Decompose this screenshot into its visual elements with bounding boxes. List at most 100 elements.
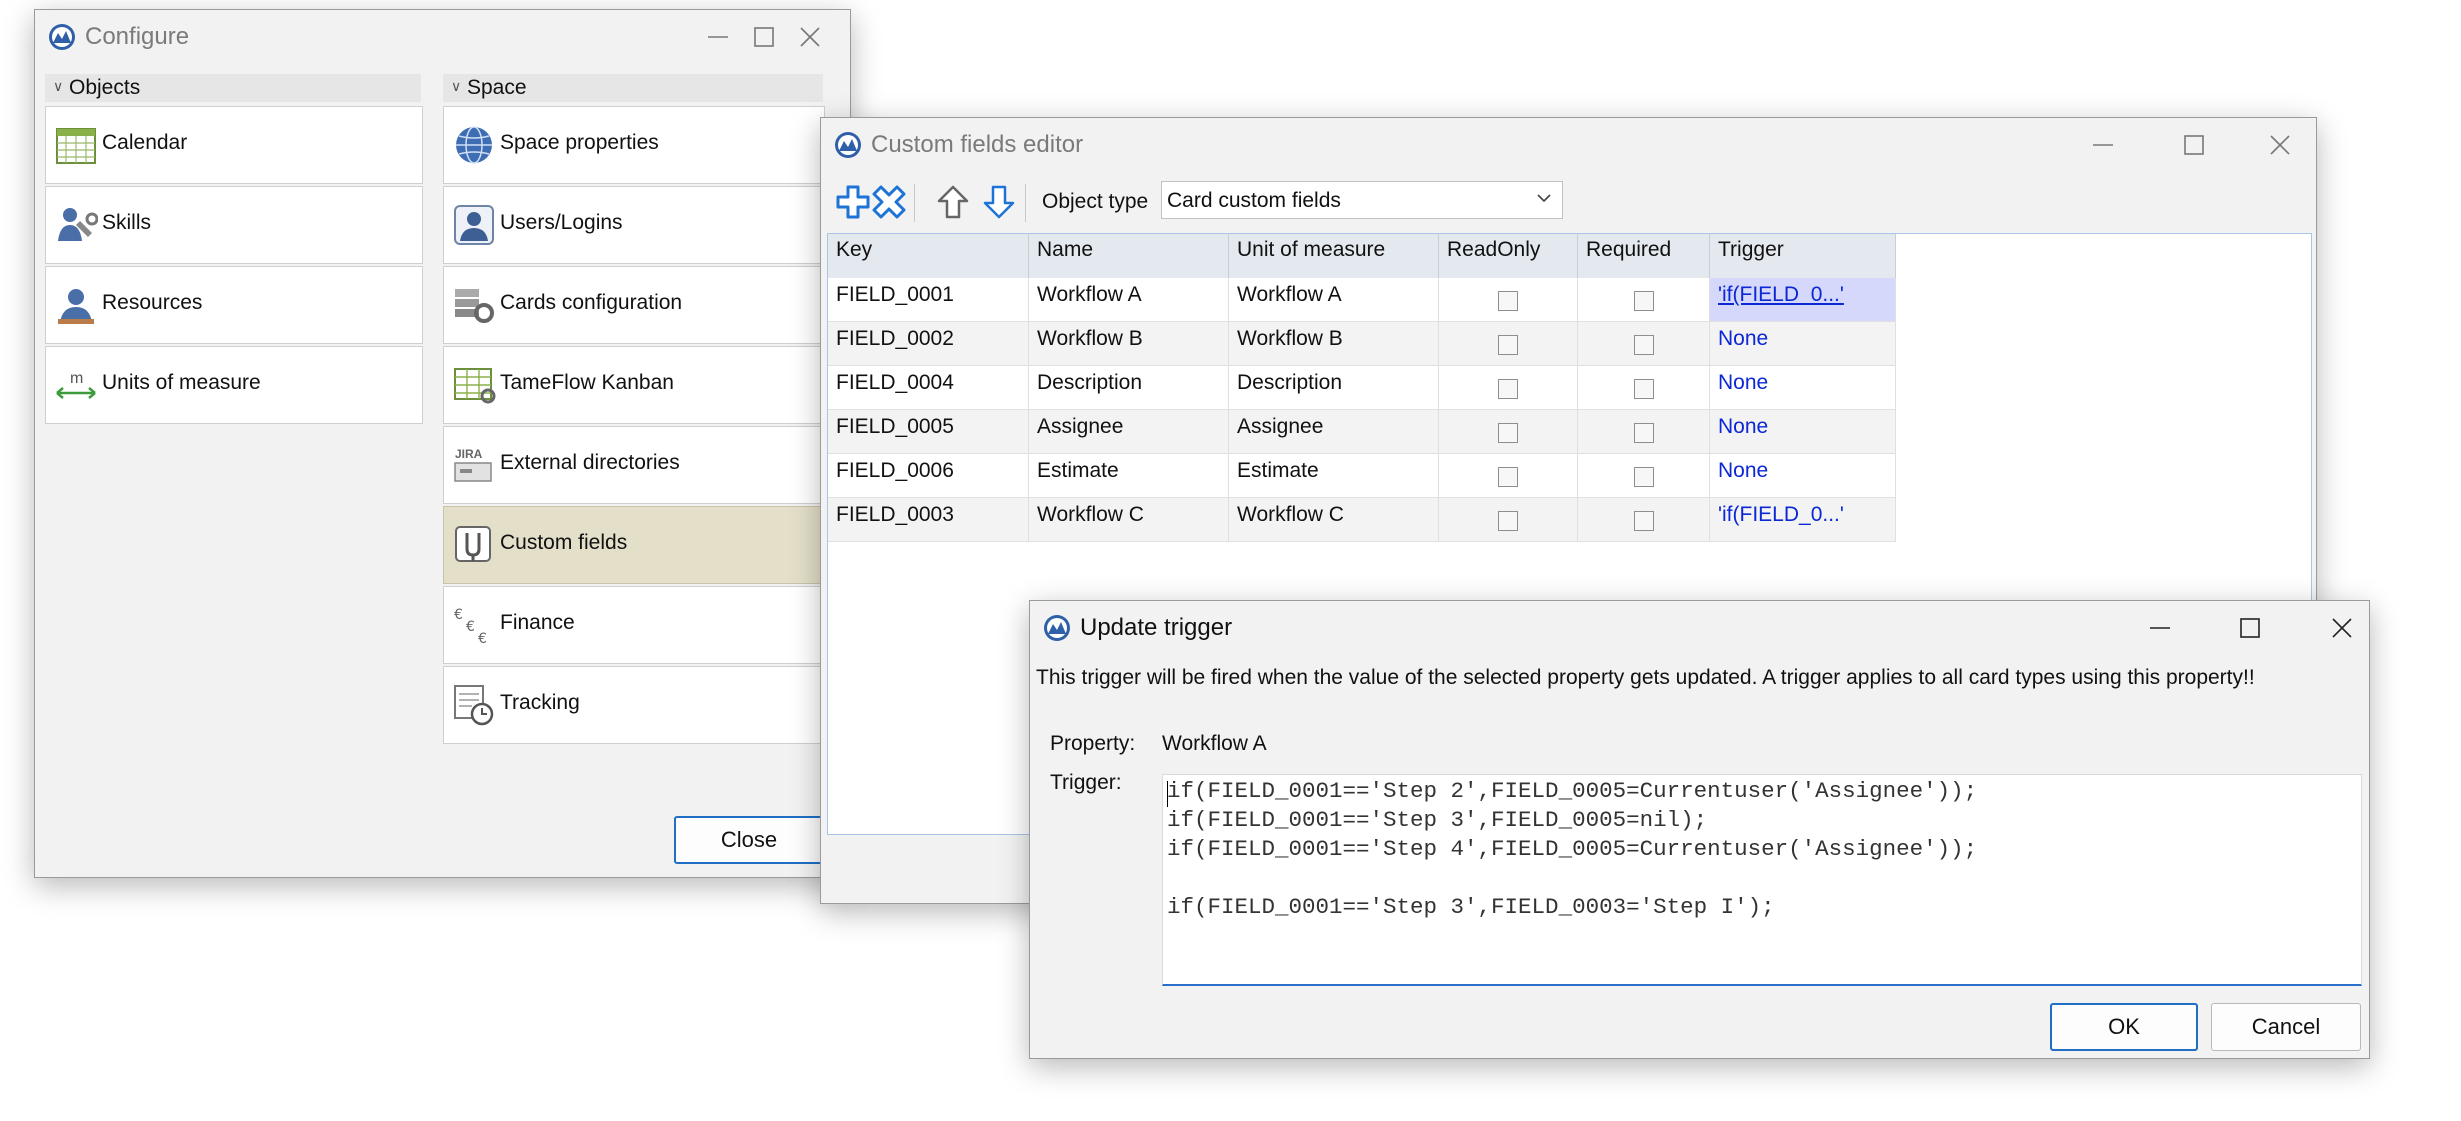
cell-key[interactable]: FIELD_0001 <box>828 278 1029 322</box>
cell-text: Assignee <box>1237 415 1324 438</box>
update-trigger-dialog: Update trigger This trigger will be fire… <box>1029 600 2370 1059</box>
cell-key[interactable]: FIELD_0004 <box>828 366 1029 410</box>
cell-unit[interactable]: Workflow A <box>1229 278 1439 322</box>
code-line: if(FIELD_0001=='Step 3',FIELD_0005=nil); <box>1167 807 1708 833</box>
trigger-code-editor[interactable]: if(FIELD_0001=='Step 2',FIELD_0005=Curre… <box>1162 774 2362 986</box>
tile-cards-configuration[interactable]: Cards configuration <box>443 266 825 344</box>
tile-finance[interactable]: € € € Finance <box>443 586 825 664</box>
cell-key[interactable]: FIELD_0003 <box>828 498 1029 542</box>
close-button[interactable]: Close <box>674 816 824 864</box>
column-header-trigger[interactable]: Trigger <box>1710 234 1896 278</box>
tile-space-properties[interactable]: Space properties <box>443 106 825 184</box>
close-window-button[interactable] <box>787 16 833 58</box>
trigger-link[interactable]: 'if(FIELD_0...' <box>1718 283 1844 307</box>
cell-trigger[interactable]: None <box>1710 322 1896 366</box>
required-checkbox[interactable] <box>1634 335 1654 355</box>
readonly-checkbox[interactable] <box>1498 335 1518 355</box>
readonly-checkbox[interactable] <box>1498 423 1518 443</box>
trigger-link[interactable]: 'if(FIELD_0...' <box>1718 503 1844 527</box>
cell-trigger[interactable]: None <box>1710 454 1896 498</box>
minimize-button[interactable] <box>2080 124 2126 166</box>
cell-unit[interactable]: Workflow B <box>1229 322 1439 366</box>
tile-label: Custom fields <box>500 531 628 554</box>
cell-trigger[interactable]: None <box>1710 410 1896 454</box>
cell-name[interactable]: Workflow B <box>1029 322 1229 366</box>
tile-skills[interactable]: Skills <box>45 186 423 264</box>
cell-trigger[interactable]: None <box>1710 366 1896 410</box>
cell-text: Assignee <box>1037 415 1124 438</box>
readonly-checkbox[interactable] <box>1498 511 1518 531</box>
configure-titlebar[interactable]: Configure <box>35 10 850 64</box>
maximize-button[interactable] <box>741 16 787 58</box>
required-checkbox[interactable] <box>1634 511 1654 531</box>
cell-name[interactable]: Workflow A <box>1029 278 1229 322</box>
tile-tameflow-kanban[interactable]: TameFlow Kanban <box>443 346 825 424</box>
chevron-down-icon: ∨ <box>53 78 64 94</box>
custom-fields-icon <box>455 526 491 562</box>
column-header-readonly[interactable]: ReadOnly <box>1439 234 1578 278</box>
minimize-button[interactable] <box>695 16 741 58</box>
column-header-unit[interactable]: Unit of measure <box>1229 234 1439 278</box>
update-trigger-titlebar[interactable]: Update trigger <box>1030 601 2369 657</box>
cell-trigger[interactable]: 'if(FIELD_0...' <box>1710 498 1896 542</box>
cell-name[interactable]: Description <box>1029 366 1229 410</box>
object-type-value: Card custom fields <box>1167 189 1341 212</box>
cell-name[interactable]: Workflow C <box>1029 498 1229 542</box>
configure-title: Configure <box>85 23 190 50</box>
tile-custom-fields[interactable]: Custom fields <box>443 506 825 584</box>
close-window-button[interactable] <box>2319 607 2365 649</box>
tile-label: External directories <box>500 451 680 474</box>
delete-field-icon[interactable] <box>871 184 907 220</box>
maximize-button[interactable] <box>2227 607 2273 649</box>
cell-text: FIELD_0002 <box>836 327 954 350</box>
cell-trigger[interactable]: 'if(FIELD_0...' <box>1710 278 1896 322</box>
required-checkbox[interactable] <box>1634 379 1654 399</box>
move-up-icon[interactable] <box>935 184 971 220</box>
cell-required <box>1578 410 1710 454</box>
cell-key[interactable]: FIELD_0005 <box>828 410 1029 454</box>
add-field-icon[interactable] <box>835 184 871 220</box>
cell-unit[interactable]: Assignee <box>1229 410 1439 454</box>
tile-users-logins[interactable]: Users/Logins <box>443 186 825 264</box>
cell-text: Workflow B <box>1237 327 1343 350</box>
readonly-checkbox[interactable] <box>1498 291 1518 311</box>
space-section-header[interactable]: ∨ Space <box>443 74 823 102</box>
trigger-link[interactable]: None <box>1718 415 1768 439</box>
trigger-link[interactable]: None <box>1718 371 1768 395</box>
required-checkbox[interactable] <box>1634 423 1654 443</box>
tile-external-directories[interactable]: JIRA External directories <box>443 426 825 504</box>
cell-name[interactable]: Estimate <box>1029 454 1229 498</box>
minimize-button[interactable] <box>2137 607 2183 649</box>
readonly-checkbox[interactable] <box>1498 467 1518 487</box>
required-checkbox[interactable] <box>1634 291 1654 311</box>
objects-section-header[interactable]: ∨ Objects <box>45 74 421 102</box>
tile-units-of-measure[interactable]: m Units of measure <box>45 346 423 424</box>
object-type-select[interactable]: Card custom fields <box>1161 181 1563 219</box>
cell-name[interactable]: Assignee <box>1029 410 1229 454</box>
column-header-name[interactable]: Name <box>1029 234 1229 278</box>
readonly-checkbox[interactable] <box>1498 379 1518 399</box>
cancel-button[interactable]: Cancel <box>2211 1003 2361 1051</box>
custom-fields-titlebar[interactable]: Custom fields editor <box>821 118 2316 172</box>
column-header-required[interactable]: Required <box>1578 234 1710 278</box>
tile-calendar[interactable]: Calendar <box>45 106 423 184</box>
maximize-button[interactable] <box>2171 124 2217 166</box>
cell-key[interactable]: FIELD_0002 <box>828 322 1029 366</box>
move-down-icon[interactable] <box>981 184 1017 220</box>
trigger-link[interactable]: None <box>1718 459 1768 483</box>
close-window-button[interactable] <box>2257 124 2303 166</box>
cell-unit[interactable]: Workflow C <box>1229 498 1439 542</box>
cell-readonly <box>1439 322 1578 366</box>
cell-unit[interactable]: Estimate <box>1229 454 1439 498</box>
column-header-key[interactable]: Key <box>828 234 1029 278</box>
ok-button[interactable]: OK <box>2050 1003 2198 1051</box>
tile-resources[interactable]: Resources <box>45 266 423 344</box>
cell-key[interactable]: FIELD_0006 <box>828 454 1029 498</box>
trigger-link[interactable]: None <box>1718 327 1768 351</box>
tile-label: Resources <box>102 291 203 314</box>
tile-label: TameFlow Kanban <box>500 371 674 394</box>
required-checkbox[interactable] <box>1634 467 1654 487</box>
tile-tracking[interactable]: Tracking <box>443 666 825 744</box>
cell-unit[interactable]: Description <box>1229 366 1439 410</box>
cell-required <box>1578 498 1710 542</box>
